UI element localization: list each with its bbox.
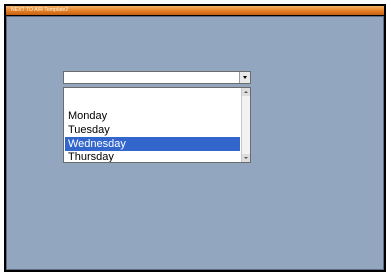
scroll-down-button[interactable] <box>242 154 250 162</box>
scroll-up-button[interactable] <box>242 88 250 96</box>
chevron-down-icon <box>243 76 247 79</box>
chevron-up-icon <box>244 91 248 93</box>
list-scrollbar[interactable] <box>241 88 250 162</box>
list-item-wednesday[interactable]: Wednesday <box>65 137 240 151</box>
day-combobox[interactable] <box>63 71 251 84</box>
app-window: NEXT TO AIR Template2 Monday Tuesday Wed… <box>4 4 386 272</box>
dropdown-button[interactable] <box>239 72 250 83</box>
list-item-thursday[interactable]: Thursday <box>65 150 240 162</box>
list-items: Monday Tuesday Wednesday Thursday <box>65 89 240 162</box>
chevron-down-icon <box>244 157 248 159</box>
day-listbox[interactable]: Monday Tuesday Wednesday Thursday <box>63 87 251 163</box>
template-canvas: Monday Tuesday Wednesday Thursday <box>6 16 384 270</box>
list-item-tuesday[interactable]: Tuesday <box>65 123 240 137</box>
window-title: NEXT TO AIR Template2 <box>11 7 69 13</box>
list-item-monday[interactable]: Monday <box>65 109 240 123</box>
title-bar[interactable]: NEXT TO AIR Template2 <box>6 6 384 15</box>
